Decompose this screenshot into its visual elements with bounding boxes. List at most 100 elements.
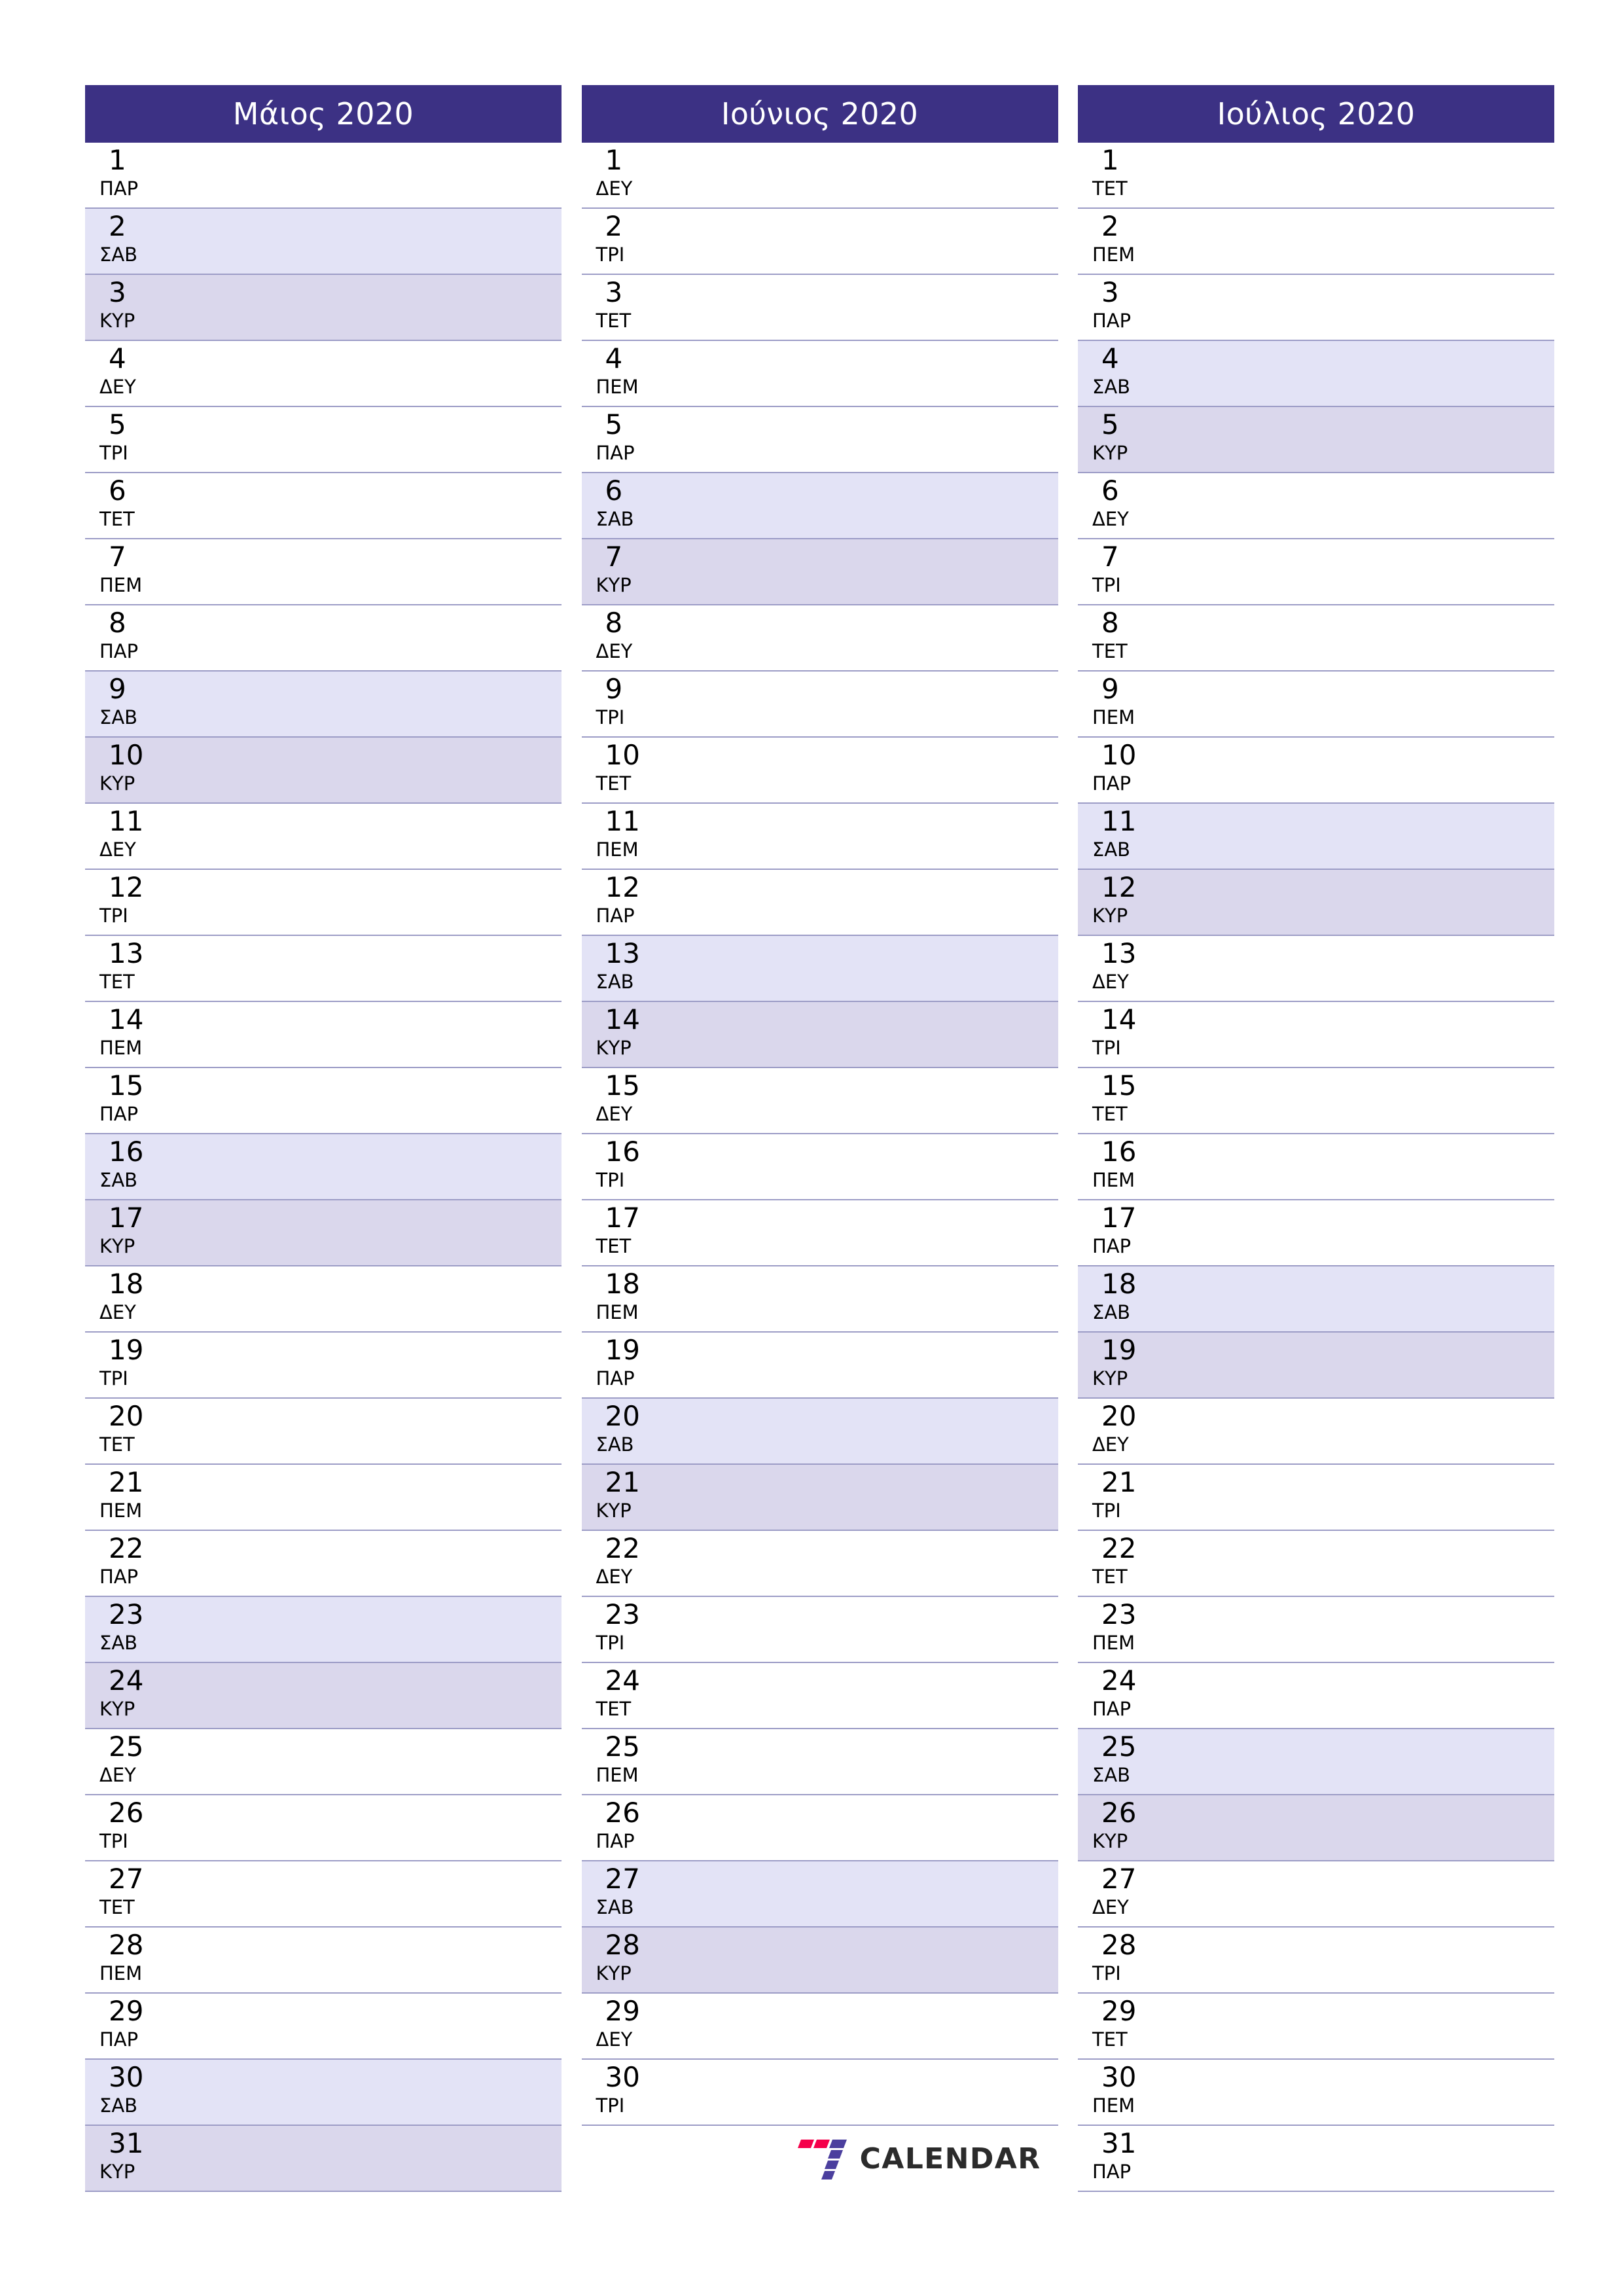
day-weekday-label: ΔΕΥ — [596, 2028, 633, 2051]
day-row[interactable]: 19 ΤΡΙ — [85, 1333, 562, 1399]
day-row[interactable]: 17 ΤΕΤ — [581, 1200, 1058, 1266]
day-row[interactable]: 24 ΤΕΤ — [581, 1663, 1058, 1729]
day-row[interactable]: 4 ΔΕΥ — [85, 341, 562, 407]
day-row[interactable]: 18 ΠΕΜ — [581, 1266, 1058, 1333]
day-row[interactable]: 22 ΤΕΤ — [1078, 1531, 1554, 1597]
day-row[interactable]: 30 ΠΕΜ — [1078, 2060, 1554, 2126]
day-row[interactable]: 15 ΔΕΥ — [581, 1068, 1058, 1134]
day-row[interactable]: 7 ΚΥΡ — [581, 539, 1058, 605]
day-row[interactable]: 29 ΔΕΥ — [581, 1994, 1058, 2060]
day-row[interactable]: 5 ΚΥΡ — [1078, 407, 1554, 473]
day-weekday-label: ΤΕΤ — [99, 1896, 135, 1918]
day-weekday-label: ΠΑΡ — [596, 1830, 635, 1852]
day-row[interactable]: 21 ΚΥΡ — [581, 1465, 1058, 1531]
day-row[interactable]: 11 ΔΕΥ — [85, 804, 562, 870]
day-row[interactable]: 23 ΤΡΙ — [581, 1597, 1058, 1663]
day-row[interactable]: 9 ΣΑΒ — [85, 672, 562, 738]
day-row[interactable]: 19 ΚΥΡ — [1078, 1333, 1554, 1399]
day-row[interactable]: 18 ΔΕΥ — [85, 1266, 562, 1333]
day-row[interactable]: 21 ΤΡΙ — [1078, 1465, 1554, 1531]
day-row[interactable]: 20 ΤΕΤ — [85, 1399, 562, 1465]
day-row[interactable]: 6 ΔΕΥ — [1078, 473, 1554, 539]
day-row[interactable]: 30 ΣΑΒ — [85, 2060, 562, 2126]
day-row[interactable]: 27 ΣΑΒ — [581, 1861, 1058, 1928]
day-row[interactable]: 10 ΤΕΤ — [581, 738, 1058, 804]
day-row[interactable]: 8 ΔΕΥ — [581, 605, 1058, 672]
day-row[interactable]: 16 ΤΡΙ — [581, 1134, 1058, 1200]
day-row[interactable]: 5 ΤΡΙ — [85, 407, 562, 473]
day-number: 11 — [109, 805, 144, 837]
day-row[interactable]: 28 ΤΡΙ — [1078, 1928, 1554, 1994]
day-row[interactable]: 15 ΤΕΤ — [1078, 1068, 1554, 1134]
day-row[interactable]: 2 ΣΑΒ — [85, 209, 562, 275]
day-row[interactable]: 15 ΠΑΡ — [85, 1068, 562, 1134]
day-row[interactable]: 16 ΣΑΒ — [85, 1134, 562, 1200]
day-row[interactable]: 24 ΚΥΡ — [85, 1663, 562, 1729]
day-row[interactable]: 10 ΚΥΡ — [85, 738, 562, 804]
day-row[interactable]: 12 ΤΡΙ — [85, 870, 562, 936]
day-row[interactable]: 3 ΚΥΡ — [85, 275, 562, 341]
day-row[interactable]: 12 ΠΑΡ — [581, 870, 1058, 936]
day-row[interactable]: 22 ΠΑΡ — [85, 1531, 562, 1597]
day-row[interactable]: 7 ΤΡΙ — [1078, 539, 1554, 605]
day-row[interactable]: 28 ΠΕΜ — [85, 1928, 562, 1994]
day-row[interactable]: 23 ΠΕΜ — [1078, 1597, 1554, 1663]
day-row[interactable]: 26 ΚΥΡ — [1078, 1795, 1554, 1861]
day-row[interactable]: 6 ΣΑΒ — [581, 473, 1058, 539]
day-row[interactable]: 18 ΣΑΒ — [1078, 1266, 1554, 1333]
day-row[interactable]: 17 ΠΑΡ — [1078, 1200, 1554, 1266]
day-row[interactable]: 26 ΤΡΙ — [85, 1795, 562, 1861]
day-row[interactable]: 11 ΠΕΜ — [581, 804, 1058, 870]
day-number: 1 — [109, 144, 126, 176]
day-row[interactable]: 11 ΣΑΒ — [1078, 804, 1554, 870]
day-row[interactable]: 29 ΠΑΡ — [85, 1994, 562, 2060]
day-row[interactable]: 22 ΔΕΥ — [581, 1531, 1058, 1597]
day-row[interactable]: 14 ΚΥΡ — [581, 1002, 1058, 1068]
day-row[interactable]: 3 ΠΑΡ — [1078, 275, 1554, 341]
day-row[interactable]: 25 ΣΑΒ — [1078, 1729, 1554, 1795]
day-weekday-label: ΚΥΡ — [596, 1037, 632, 1059]
day-row[interactable]: 24 ΠΑΡ — [1078, 1663, 1554, 1729]
day-row[interactable]: 6 ΤΕΤ — [85, 473, 562, 539]
day-weekday-label: ΠΑΡ — [99, 2028, 139, 2051]
day-row[interactable]: 17 ΚΥΡ — [85, 1200, 562, 1266]
day-row[interactable]: 7 ΠΕΜ — [85, 539, 562, 605]
day-row[interactable]: 1 ΤΕΤ — [1078, 143, 1554, 209]
day-row[interactable]: 16 ΠΕΜ — [1078, 1134, 1554, 1200]
day-row[interactable]: 25 ΠΕΜ — [581, 1729, 1058, 1795]
day-row[interactable]: 2 ΠΕΜ — [1078, 209, 1554, 275]
day-row[interactable]: 12 ΚΥΡ — [1078, 870, 1554, 936]
day-row[interactable]: 13 ΤΕΤ — [85, 936, 562, 1002]
day-row[interactable]: 2 ΤΡΙ — [581, 209, 1058, 275]
day-row[interactable]: 1 ΠΑΡ — [85, 143, 562, 209]
day-row[interactable]: 19 ΠΑΡ — [581, 1333, 1058, 1399]
day-row[interactable]: 29 ΤΕΤ — [1078, 1994, 1554, 2060]
day-row[interactable]: 31 ΠΑΡ — [1078, 2126, 1554, 2192]
day-row[interactable]: 8 ΠΑΡ — [85, 605, 562, 672]
day-row[interactable]: 25 ΔΕΥ — [85, 1729, 562, 1795]
day-row[interactable]: 4 ΠΕΜ — [581, 341, 1058, 407]
day-row[interactable]: 28 ΚΥΡ — [581, 1928, 1058, 1994]
day-row[interactable]: 30 ΤΡΙ — [581, 2060, 1058, 2126]
day-row[interactable]: 5 ΠΑΡ — [581, 407, 1058, 473]
day-row[interactable]: 23 ΣΑΒ — [85, 1597, 562, 1663]
day-weekday-label: ΠΑΡ — [1092, 772, 1132, 795]
day-row[interactable]: 20 ΔΕΥ — [1078, 1399, 1554, 1465]
day-row[interactable]: 9 ΤΡΙ — [581, 672, 1058, 738]
day-row[interactable]: 13 ΣΑΒ — [581, 936, 1058, 1002]
day-row[interactable]: 8 ΤΕΤ — [1078, 605, 1554, 672]
day-row[interactable]: 20 ΣΑΒ — [581, 1399, 1058, 1465]
day-row[interactable]: 1 ΔΕΥ — [581, 143, 1058, 209]
day-row[interactable]: 10 ΠΑΡ — [1078, 738, 1554, 804]
day-row[interactable]: 21 ΠΕΜ — [85, 1465, 562, 1531]
day-row[interactable]: 14 ΤΡΙ — [1078, 1002, 1554, 1068]
day-row[interactable]: 27 ΔΕΥ — [1078, 1861, 1554, 1928]
day-row[interactable]: 26 ΠΑΡ — [581, 1795, 1058, 1861]
day-row[interactable]: 27 ΤΕΤ — [85, 1861, 562, 1928]
day-row[interactable]: 31 ΚΥΡ — [85, 2126, 562, 2192]
day-row[interactable]: 14 ΠΕΜ — [85, 1002, 562, 1068]
day-row[interactable]: 13 ΔΕΥ — [1078, 936, 1554, 1002]
day-row[interactable]: 3 ΤΕΤ — [581, 275, 1058, 341]
day-row[interactable]: 4 ΣΑΒ — [1078, 341, 1554, 407]
day-row[interactable]: 9 ΠΕΜ — [1078, 672, 1554, 738]
